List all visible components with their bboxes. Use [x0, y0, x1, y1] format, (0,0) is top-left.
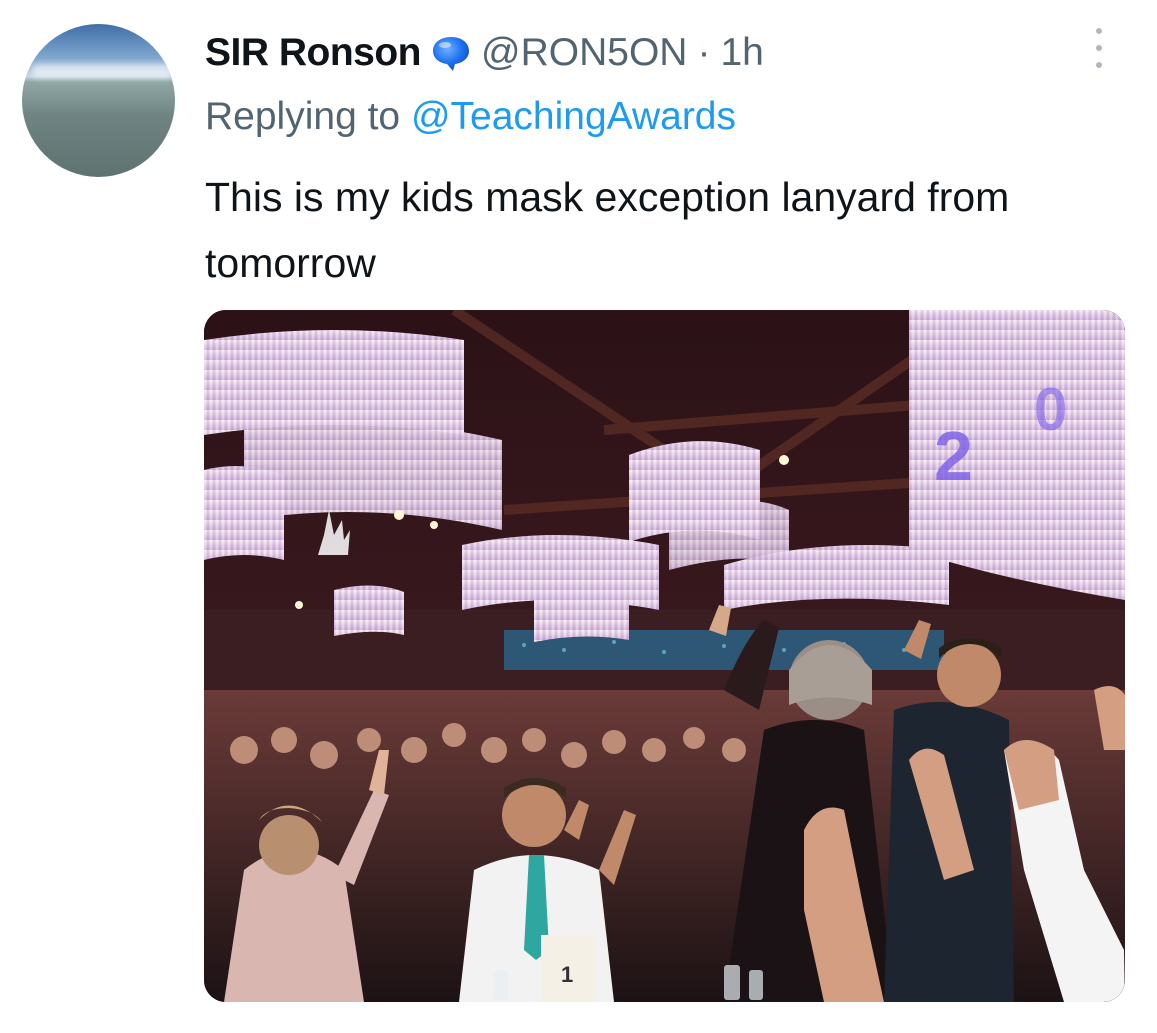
svg-text:0: 0 [1034, 376, 1067, 443]
tweet-header: SIR Ronson @RON5ON · 1h [205, 28, 764, 78]
event-photo-illustration: 2 0 1 [204, 310, 1125, 1002]
separator-dot: · [697, 31, 711, 74]
speech-bubble-icon [431, 33, 471, 73]
display-name[interactable]: SIR Ronson [205, 31, 422, 75]
timestamp[interactable]: 1h [720, 31, 763, 75]
replying-to-label: Replying to [205, 95, 411, 138]
reply-target-link[interactable]: @TeachingAwards [411, 95, 736, 138]
more-options-icon[interactable] [1092, 28, 1106, 68]
avatar-cloud [32, 64, 172, 78]
author-handle[interactable]: @RON5ON [481, 31, 687, 75]
replying-to: Replying to @TeachingAwards [205, 95, 736, 139]
tweet-text: This is my kids mask exception lanyard f… [205, 174, 1010, 286]
tweet: SIR Ronson @RON5ON · 1h Replying to @Tea… [0, 0, 1157, 1033]
table-number: 1 [561, 962, 573, 987]
tweet-photo[interactable]: 2 0 1 [204, 310, 1125, 1002]
svg-text:2: 2 [934, 417, 973, 495]
avatar[interactable] [22, 24, 175, 177]
